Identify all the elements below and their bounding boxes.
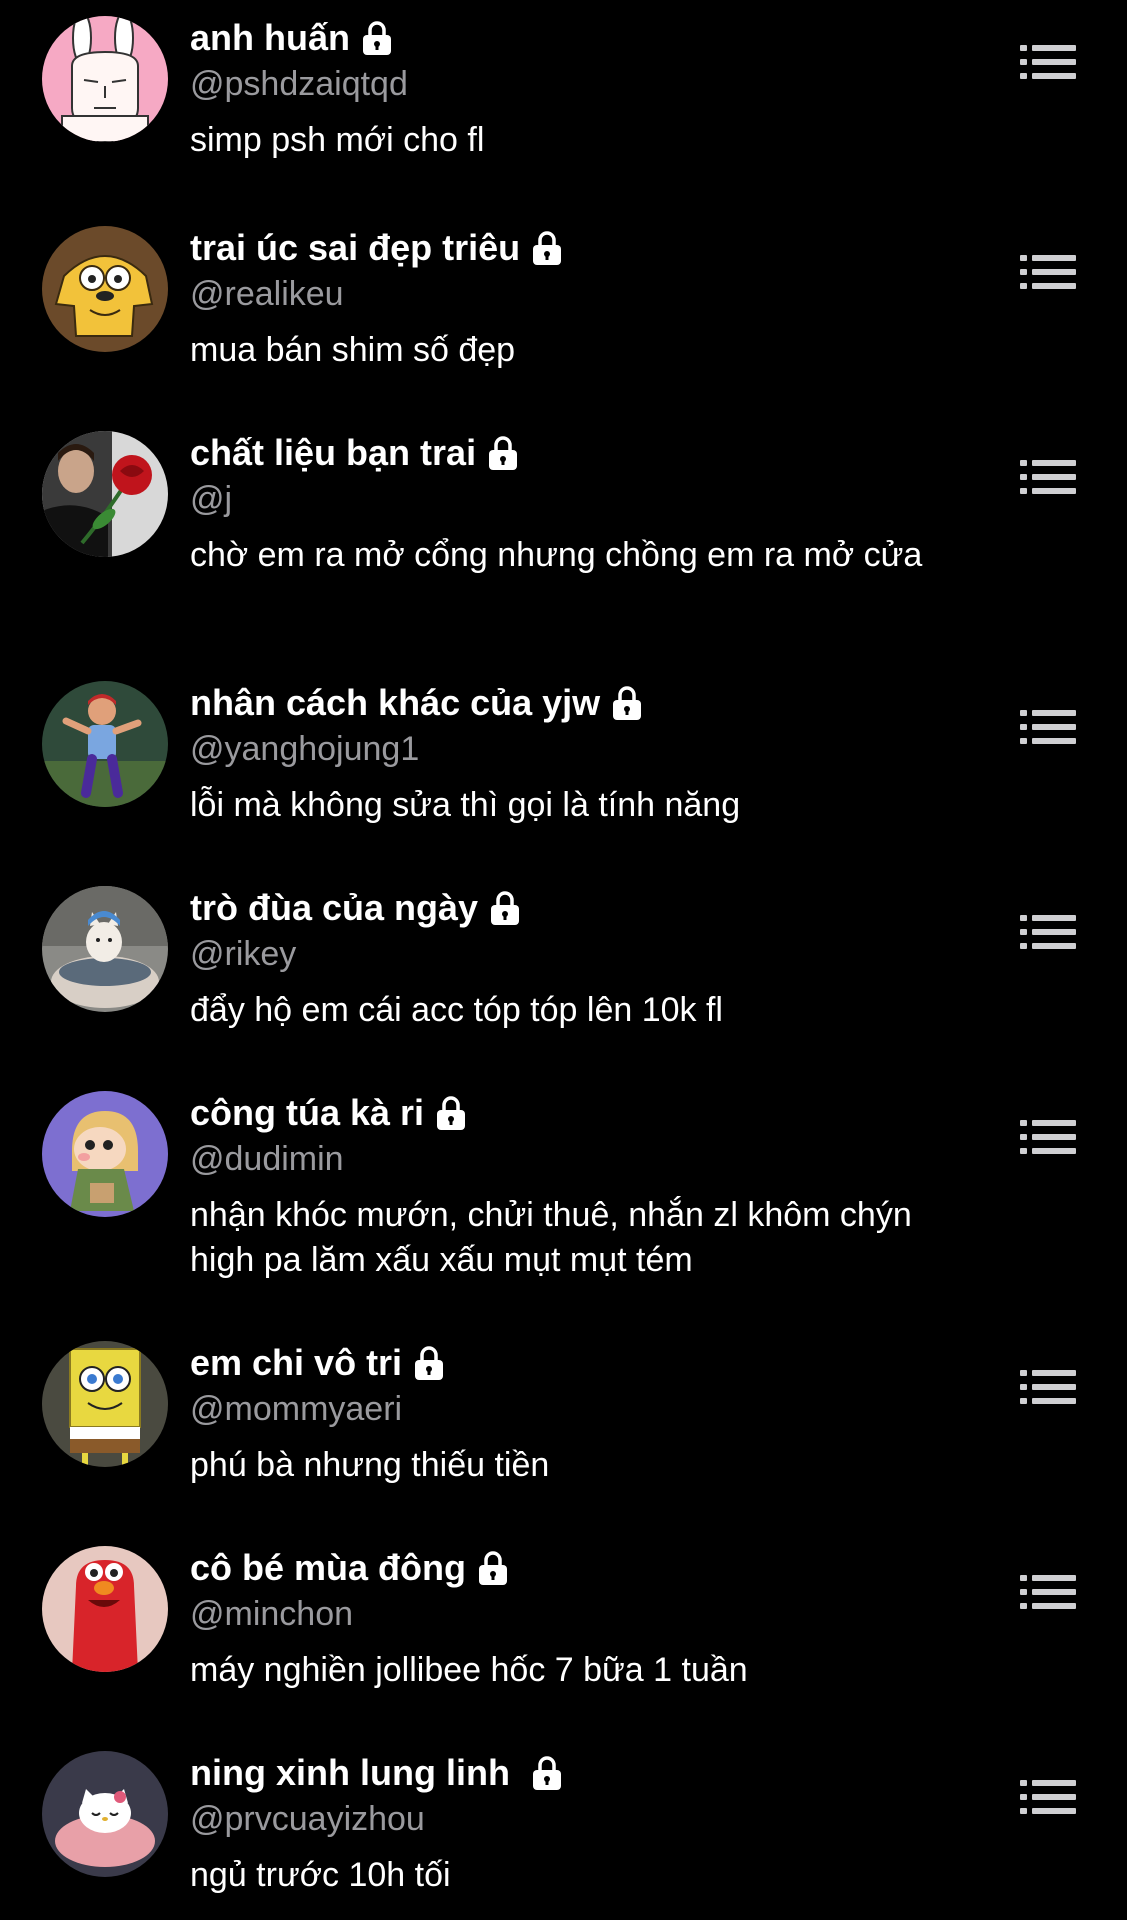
lock-icon bbox=[412, 1345, 446, 1381]
sponge-avatar bbox=[42, 1341, 168, 1467]
username-handle[interactable]: @j bbox=[190, 477, 980, 521]
lock-icon bbox=[610, 685, 644, 721]
list-menu-icon[interactable] bbox=[1020, 1119, 1076, 1155]
bio-text: mua bán shim số đẹp bbox=[190, 331, 516, 369]
lock-icon bbox=[488, 890, 522, 926]
display-name[interactable]: trai úc sai đẹp triêu bbox=[190, 226, 520, 270]
bio-text: phú bà nhưng thiếu tiền bbox=[190, 1446, 550, 1484]
cat-in-bowl-avatar bbox=[42, 886, 168, 1012]
username-handle[interactable]: @prvcuayizhou bbox=[190, 1797, 980, 1841]
username-handle[interactable]: @minchon bbox=[190, 1592, 980, 1636]
avatar[interactable] bbox=[42, 16, 168, 142]
username-handle[interactable]: @realikeu bbox=[190, 272, 980, 316]
lock-icon bbox=[360, 20, 394, 56]
username-handle[interactable]: @dudimin bbox=[190, 1137, 980, 1181]
avatar[interactable] bbox=[42, 1546, 168, 1672]
lock-icon bbox=[530, 230, 564, 266]
username-handle[interactable]: @yanghojung1 bbox=[190, 727, 980, 771]
list-menu-icon[interactable] bbox=[1020, 44, 1076, 80]
list-menu-icon[interactable] bbox=[1020, 1574, 1076, 1610]
lock-icon bbox=[486, 435, 520, 471]
username-handle[interactable]: @pshdzaiqtqd bbox=[190, 62, 980, 106]
display-name[interactable]: chất liệu bạn trai bbox=[190, 431, 476, 475]
bio-text: máy nghiền jollibee hốc 7 bữa 1 tuần bbox=[190, 1651, 748, 1689]
list-menu-icon[interactable] bbox=[1020, 254, 1076, 290]
display-name[interactable]: cô bé mùa đông bbox=[190, 1546, 466, 1590]
list-menu-icon[interactable] bbox=[1020, 1369, 1076, 1405]
cartoon-girl-avatar bbox=[42, 1091, 168, 1217]
close-friends-list: anh huấn @pshdzaiqtqd simp psh mới cho f… bbox=[0, 0, 1127, 1920]
lock-icon bbox=[530, 1755, 564, 1791]
avatar[interactable] bbox=[42, 1091, 168, 1217]
display-name[interactable]: ning xinh lung linh bbox=[190, 1751, 510, 1795]
bio-text: lỗi mà không sửa thì gọi là tính năng bbox=[190, 786, 741, 824]
bio-text: đẩy hộ em cái acc tóp tóp lên 10k fl bbox=[190, 991, 723, 1029]
sleeping-kitty-avatar bbox=[42, 1751, 168, 1877]
lock-icon bbox=[476, 1550, 510, 1586]
username-handle[interactable]: @mommyaeri bbox=[190, 1387, 980, 1431]
list-menu-icon[interactable] bbox=[1020, 459, 1076, 495]
avatar[interactable] bbox=[42, 681, 168, 807]
list-menu-icon[interactable] bbox=[1020, 1779, 1076, 1815]
display-name[interactable]: công túa kà ri bbox=[190, 1091, 424, 1135]
red-monster-avatar bbox=[42, 1546, 168, 1672]
list-menu-icon[interactable] bbox=[1020, 914, 1076, 950]
lock-icon bbox=[434, 1095, 468, 1131]
avatar[interactable] bbox=[42, 1341, 168, 1467]
avatar[interactable] bbox=[42, 226, 168, 352]
display-name[interactable]: trò đùa của ngày bbox=[190, 886, 478, 930]
avatar[interactable] bbox=[42, 886, 168, 1012]
display-name[interactable]: em chi vô tri bbox=[190, 1341, 402, 1385]
username-handle[interactable]: @rikey bbox=[190, 932, 980, 976]
bio-text: nhận khóc mướn, chửi thuê, nhắn zl khôm … bbox=[190, 1196, 912, 1279]
list-menu-icon[interactable] bbox=[1020, 709, 1076, 745]
avatar[interactable] bbox=[42, 431, 168, 557]
dancing-boy-avatar bbox=[42, 681, 168, 807]
display-name[interactable]: nhân cách khác của yjw bbox=[190, 681, 600, 725]
bio-text: chờ em ra mở cổng nhưng chồng em ra mở c… bbox=[190, 536, 923, 574]
pink-rabbit-avatar bbox=[42, 16, 168, 142]
display-name[interactable]: anh huấn bbox=[190, 16, 350, 60]
bio-text: ngủ trước 10h tối bbox=[190, 1856, 451, 1894]
yellow-dog-avatar bbox=[42, 226, 168, 352]
bio-text: simp psh mới cho fl bbox=[190, 121, 485, 159]
man-with-rose-avatar bbox=[42, 431, 168, 557]
avatar[interactable] bbox=[42, 1751, 168, 1877]
